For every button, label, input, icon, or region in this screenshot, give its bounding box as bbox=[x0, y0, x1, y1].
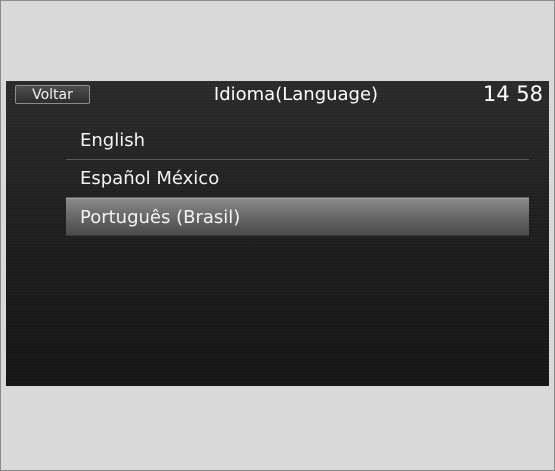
language-list: English Español México Português (Brasil… bbox=[66, 122, 529, 236]
language-item-label: Português (Brasil) bbox=[80, 207, 241, 228]
header-bar: Voltar Idioma(Language) 14 58 bbox=[6, 81, 549, 109]
language-item-espanol-mexico[interactable]: Español México bbox=[66, 160, 529, 198]
back-button[interactable]: Voltar bbox=[15, 85, 90, 104]
clock: 14 58 bbox=[482, 82, 543, 106]
language-item-portugues-brasil[interactable]: Português (Brasil) bbox=[66, 198, 529, 236]
language-item-label: English bbox=[80, 130, 145, 151]
display-screen: Voltar Idioma(Language) 14 58 English Es… bbox=[6, 81, 549, 386]
language-item-english[interactable]: English bbox=[66, 122, 529, 160]
language-item-label: Español México bbox=[80, 168, 220, 189]
page-title: Idioma(Language) bbox=[213, 84, 379, 105]
